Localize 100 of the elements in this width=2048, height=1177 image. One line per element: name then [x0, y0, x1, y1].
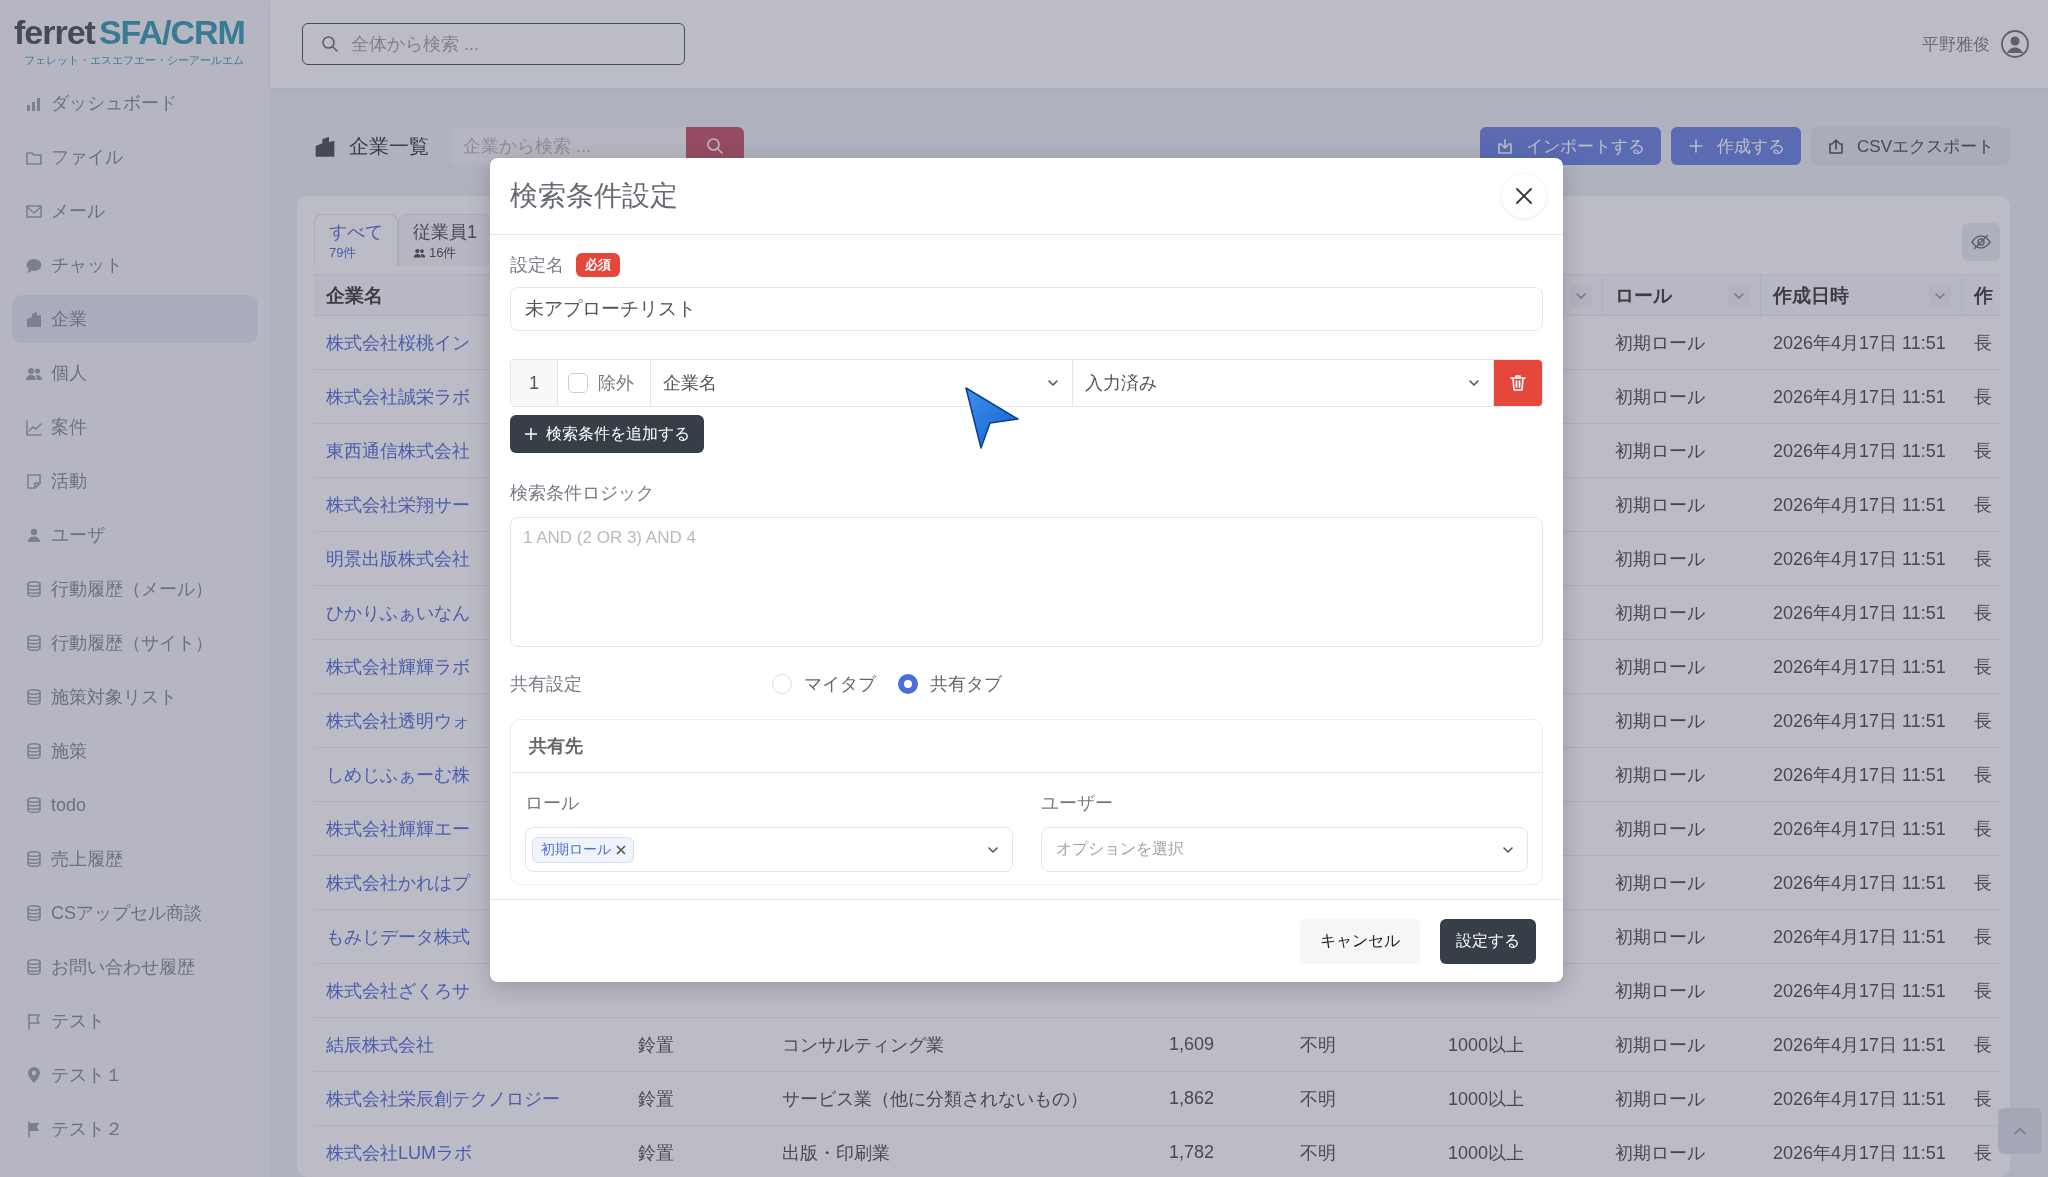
table-cell-text: 不明 [1300, 1141, 1336, 1165]
company-link[interactable]: 株式会社ざくろサ [326, 978, 470, 1003]
plus-icon [1687, 137, 1706, 155]
sidebar-item[interactable]: テスト [12, 994, 258, 1048]
table-cell-text: 初期ロール [1615, 1033, 1705, 1057]
sidebar-item[interactable]: 企業 [12, 295, 258, 343]
search-icon [321, 35, 339, 53]
table-cell-text: 不明 [1300, 1033, 1336, 1057]
database-icon [25, 742, 43, 760]
table-cell-text: 長 [1974, 763, 1992, 787]
sidebar-item[interactable]: 売上履歴 [12, 832, 258, 886]
radio-label: 共有タブ [930, 673, 1002, 696]
avatar-icon[interactable] [2000, 29, 2030, 59]
sidebar-item[interactable]: 行動履歴（メール） [12, 562, 258, 616]
table-cell-text: 初期ロール [1615, 439, 1705, 463]
company-link[interactable]: 明景出版株式会社 [326, 546, 470, 571]
database-icon [25, 904, 43, 922]
company-link[interactable]: しめじふぁーむ株 [326, 762, 470, 787]
table-cell-text: 2026年4月17日 11:51 [1773, 601, 1946, 625]
sidebar-item[interactable]: 個人 [12, 346, 258, 400]
table-cell-text: 2026年4月17日 11:51 [1773, 979, 1946, 1003]
role-tag[interactable]: 初期ロール [532, 836, 634, 863]
cancel-button[interactable]: キャンセル [1300, 918, 1420, 964]
page-title: 企業一覧 [349, 133, 429, 159]
table-cell-text: 長 [1974, 1033, 1992, 1057]
role-select[interactable]: 初期ロール [525, 827, 1013, 872]
company-link[interactable]: 株式会社透明ウォ [326, 708, 470, 733]
company-link[interactable]: 株式会社栄翔サー [326, 492, 470, 517]
table-cell-text: 鈴置 [638, 1033, 674, 1057]
field-label: ロール [525, 792, 580, 815]
table-cell-text: 2026年4月17日 11:51 [1773, 547, 1946, 571]
table-cell-text: 初期ロール [1615, 331, 1705, 355]
sidebar-item[interactable]: 行動履歴（サイト） [12, 616, 258, 670]
table-cell-text: 初期ロール [1615, 979, 1705, 1003]
radio-button[interactable] [898, 674, 918, 694]
action-button[interactable]: CSVエクスポート [1811, 127, 2010, 165]
company-link[interactable]: 株式会社かれはプ [326, 870, 470, 895]
input-field[interactable]: 未アプローチリスト [510, 287, 1543, 331]
table-cell-text: 1000以上 [1448, 1141, 1525, 1165]
company-link[interactable]: 株式会社輝輝エー [326, 816, 470, 841]
table-cell-text: 初期ロール [1615, 547, 1705, 571]
company-link[interactable]: もみじデータ株式 [326, 924, 470, 949]
close-icon [1514, 186, 1534, 206]
field-label: 検索条件ロジック [510, 482, 655, 505]
database-icon [25, 958, 43, 976]
delete-button[interactable] [1494, 360, 1542, 406]
sidebar-item[interactable]: todo [12, 778, 258, 832]
sidebar-item[interactable]: テスト１ [12, 1048, 258, 1102]
company-link[interactable]: 結辰株式会社 [326, 1032, 434, 1057]
action-button[interactable]: インポートする [1480, 127, 1662, 165]
sidebar-item[interactable]: 施策 [12, 724, 258, 778]
action-button[interactable]: 作成する [1671, 127, 1802, 165]
close-button[interactable] [1502, 174, 1546, 218]
checkbox[interactable] [568, 373, 588, 393]
trash-icon [1508, 373, 1528, 393]
sidebar-item[interactable]: メール [12, 184, 258, 238]
logic-textarea[interactable]: 1 AND (2 OR 3) AND 4 [510, 517, 1543, 647]
company-link[interactable]: 株式会社誠栄ラボ [326, 384, 470, 409]
table-cell-text: コンサルティング業 [782, 1033, 944, 1057]
sidebar-item[interactable]: 活動 [12, 454, 258, 508]
company-link[interactable]: 東西通信株式会社 [326, 438, 470, 463]
table-cell-text: 2026年4月17日 11:51 [1773, 925, 1946, 949]
table-cell-text: 2026年4月17日 11:51 [1773, 817, 1946, 841]
table-cell-text: 長 [1974, 655, 1992, 679]
submit-button[interactable]: 設定する [1440, 918, 1536, 964]
remove-icon[interactable] [615, 843, 627, 856]
line-chart-icon [25, 418, 43, 436]
sidebar-item[interactable]: ファイル [12, 130, 258, 184]
sidebar-item[interactable]: ユーザ [12, 508, 258, 562]
table-cell-text: 長 [1974, 925, 1992, 949]
table-cell-text: 長 [1974, 547, 1992, 571]
table-cell: 1,862 [1169, 1088, 1215, 1109]
table-cell-text: 出版・印刷業 [782, 1141, 890, 1165]
table-cell-text: 2026年4月17日 11:51 [1773, 385, 1946, 409]
company-link[interactable]: 株式会社桜桃イン [326, 330, 470, 355]
company-link[interactable]: ひかりふぁいなん [326, 600, 470, 625]
hide-columns-button[interactable] [1962, 223, 2000, 261]
add-condition-button[interactable]: 検索条件を追加する [510, 415, 704, 453]
filter-tab[interactable]: 従業員1 16件 [398, 214, 492, 266]
table-cell-text: 長 [1974, 709, 1992, 733]
company-link[interactable]: 株式会社LUMラボ [326, 1140, 472, 1165]
user-name: 平野雅俊 [1922, 33, 1990, 56]
sidebar-item[interactable]: ダッシュボード [12, 76, 258, 130]
sidebar-item[interactable]: CSアップセル商談 [12, 886, 258, 940]
table-cell-text: 初期ロール [1615, 1087, 1705, 1111]
company-link[interactable]: 株式会社栄辰創テクノロジー [326, 1086, 560, 1111]
sidebar-item[interactable]: テスト２ [12, 1102, 258, 1156]
user-select[interactable]: オプションを選択 [1040, 827, 1528, 872]
radio-label: マイタブ [804, 673, 876, 696]
sidebar-item[interactable]: 案件 [12, 400, 258, 454]
company-link[interactable]: 株式会社輝輝ラボ [326, 654, 470, 679]
dialog-title: 検索条件設定 [510, 179, 678, 213]
sidebar-item[interactable]: お問い合わせ履歴 [12, 940, 258, 994]
sidebar-item[interactable]: チャット [12, 238, 258, 292]
table-cell-text: 長 [1974, 1141, 1992, 1165]
field-label: ユーザー [1040, 792, 1114, 815]
sidebar-item[interactable]: 施策対象リスト [12, 670, 258, 724]
global-search-field[interactable]: 全体から検索 ... [302, 23, 685, 65]
filter-tab[interactable]: すべて 79件 [314, 214, 398, 266]
section-title: 共有先 [529, 735, 583, 758]
